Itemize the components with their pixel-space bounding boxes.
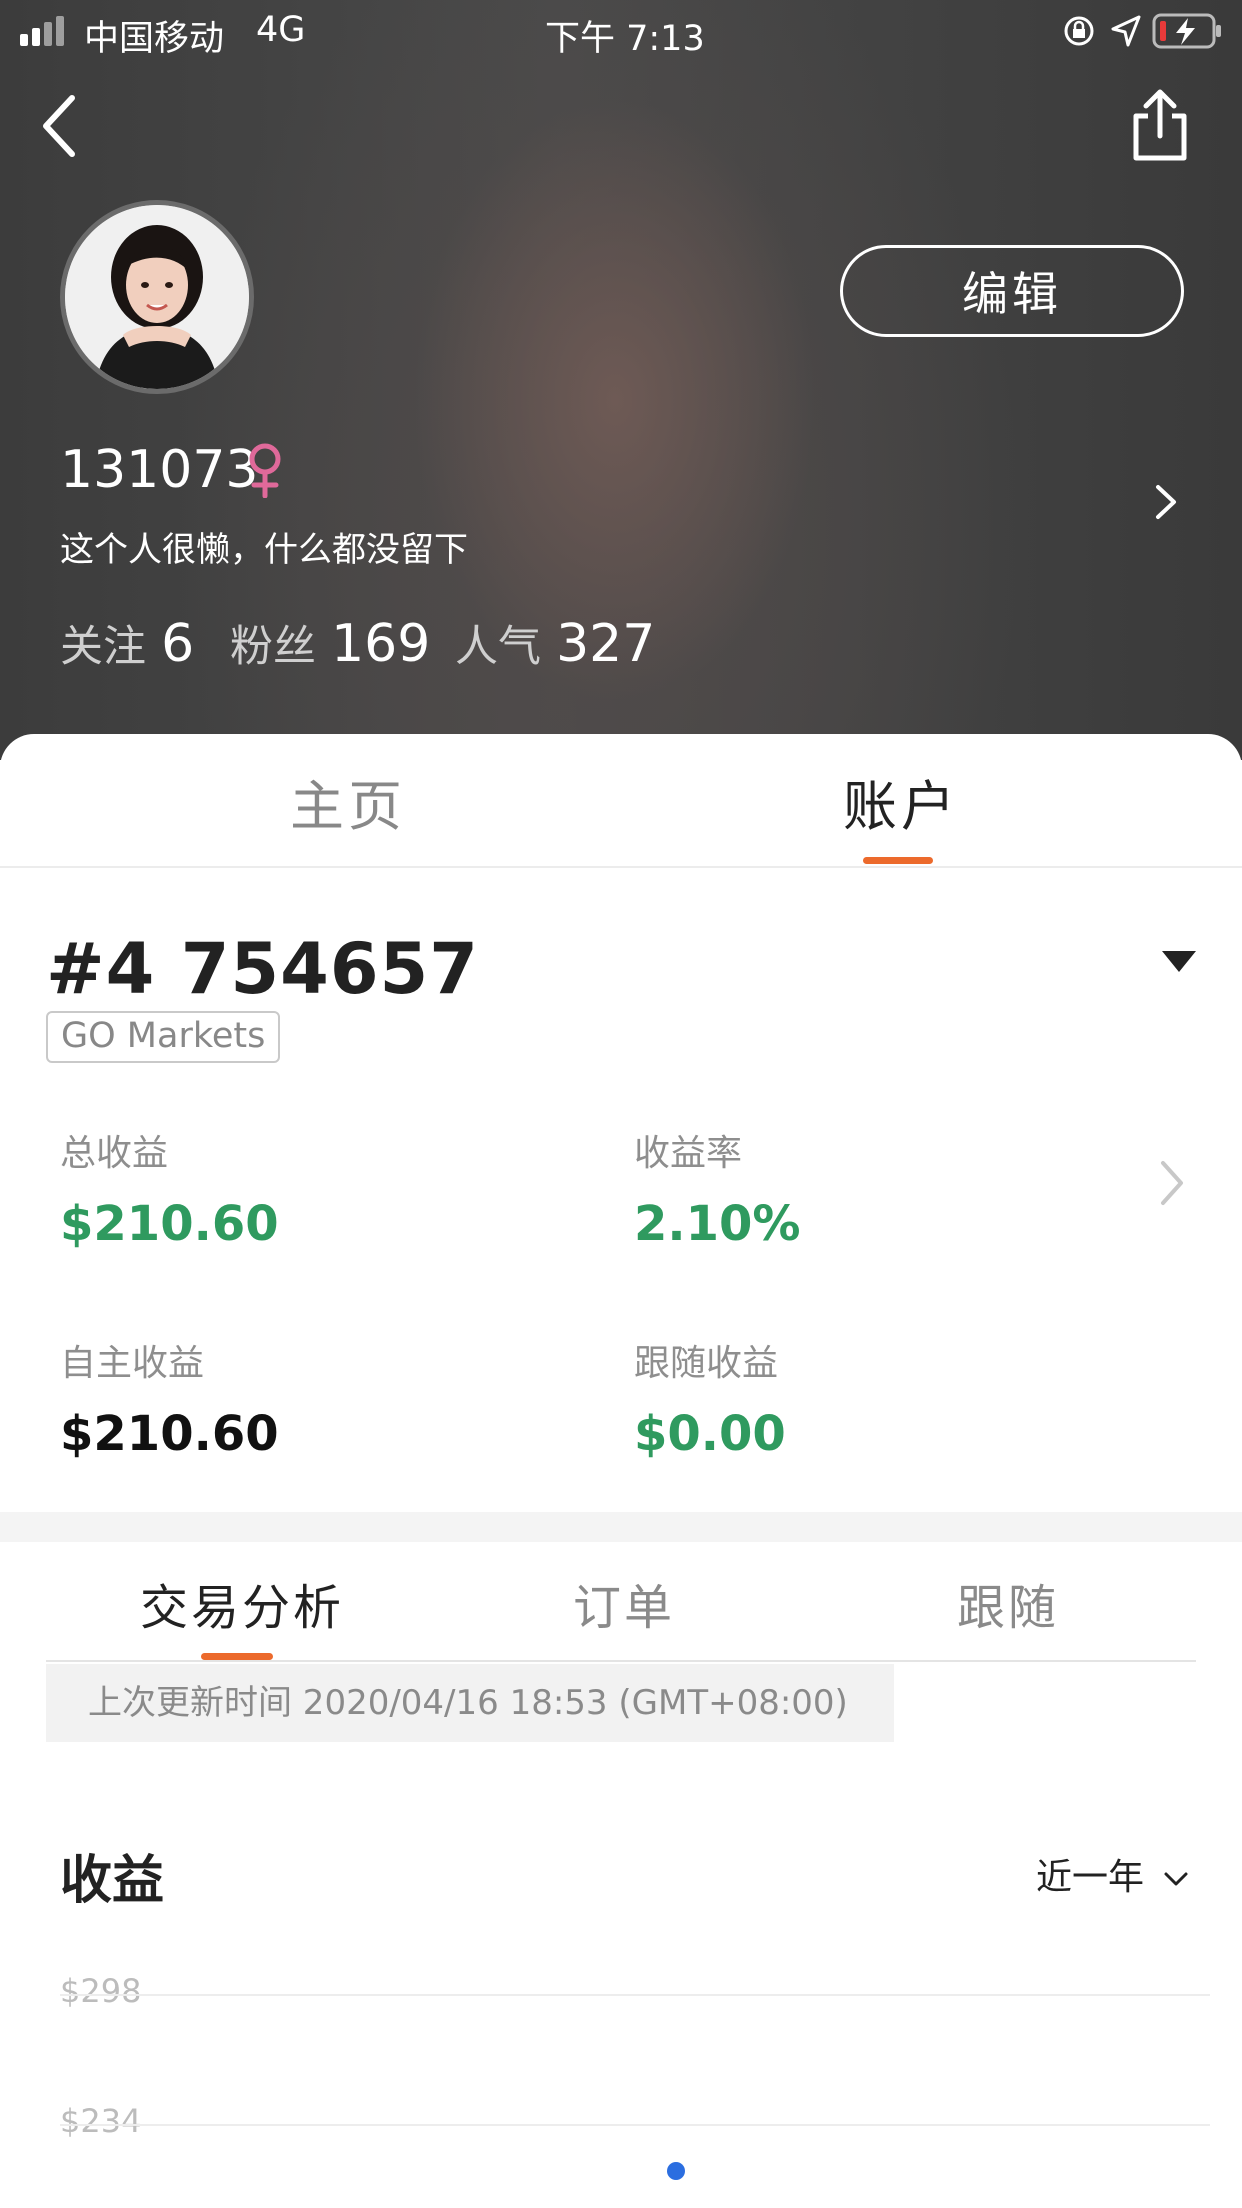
metric-label: 收益率 xyxy=(634,1133,743,1174)
network-label: 4G xyxy=(256,10,306,50)
back-button[interactable] xyxy=(34,86,94,166)
earnings-title: 收益 xyxy=(60,1851,165,1911)
stat-label: 人气 xyxy=(455,622,541,672)
y-axis-label: $298 xyxy=(60,1972,142,2010)
self-earnings-value: $210.60 xyxy=(60,1406,279,1462)
female-gender-icon xyxy=(249,443,281,498)
chevron-down-icon xyxy=(1164,1872,1188,1886)
orientation-lock-icon xyxy=(1064,16,1094,46)
tab-divider xyxy=(0,866,1242,868)
subtab-divider xyxy=(46,1660,1196,1662)
stat-value: 169 xyxy=(331,614,431,674)
time-range-label: 近一年 xyxy=(1036,1857,1145,1898)
share-button[interactable] xyxy=(1128,86,1192,164)
metric-label: 跟随收益 xyxy=(634,1343,779,1384)
stat-label: 粉丝 xyxy=(230,622,316,672)
carrier-label: 中国移动 xyxy=(84,19,225,59)
time-range-select[interactable]: 近一年 xyxy=(1036,1848,1189,1900)
tab-follow[interactable]: 跟随 xyxy=(957,1568,1059,1638)
stat-label: 关注 xyxy=(60,622,146,672)
tab-trade-analysis[interactable]: 交易分析 xyxy=(140,1568,344,1638)
edit-profile-button[interactable]: 编辑 xyxy=(840,245,1184,337)
broker-badge: GO Markets xyxy=(46,1011,281,1063)
user-bio: 这个人很懒，什么都没留下 xyxy=(60,530,468,570)
tab-home[interactable]: 主页 xyxy=(290,762,406,841)
metrics-chevron-right-icon[interactable] xyxy=(1158,1158,1186,1208)
location-arrow-icon xyxy=(1111,15,1141,47)
tab-active-indicator xyxy=(863,857,933,864)
account-dropdown-icon[interactable] xyxy=(1160,948,1198,974)
tab-orders[interactable]: 订单 xyxy=(573,1568,675,1638)
return-rate-value: 2.10% xyxy=(634,1196,801,1252)
stat-value: 6 xyxy=(161,614,195,674)
clock-label: 下午 7:13 xyxy=(545,19,705,59)
follow-earnings-value: $0.00 xyxy=(634,1406,786,1462)
stat-value: 327 xyxy=(556,614,656,674)
metric-label: 自主收益 xyxy=(60,1343,205,1384)
battery-icon xyxy=(1152,13,1221,49)
total-earnings-value: $210.60 xyxy=(60,1196,279,1252)
avatar[interactable] xyxy=(60,200,254,394)
subtab-active-indicator xyxy=(201,1653,273,1660)
last-update-info: 上次更新时间 2020/04/16 18:53 (GMT+08:00) xyxy=(46,1664,894,1742)
gridline xyxy=(60,1994,1210,1996)
stat-popularity[interactable]: 人气 327 xyxy=(455,612,655,674)
profile-header: 中国移动 4G 下午 7:13 编辑 131073 这个人很懒，什么都没留下 关… xyxy=(0,0,1242,760)
section-divider xyxy=(0,1512,1242,1542)
tab-account[interactable]: 账户 xyxy=(843,762,959,841)
metric-label: 总收益 xyxy=(60,1133,169,1174)
avatar-portrait xyxy=(65,205,249,389)
stat-following[interactable]: 关注 6 xyxy=(60,612,194,674)
stat-followers[interactable]: 粉丝 169 xyxy=(230,612,430,674)
chevron-right-icon[interactable] xyxy=(1153,483,1179,521)
username: 131073 xyxy=(60,440,259,500)
chart-data-point xyxy=(667,2162,685,2180)
account-number: #4 754657 xyxy=(46,928,479,1010)
gridline xyxy=(60,2124,1210,2126)
y-axis-label: $234 xyxy=(60,2102,142,2140)
